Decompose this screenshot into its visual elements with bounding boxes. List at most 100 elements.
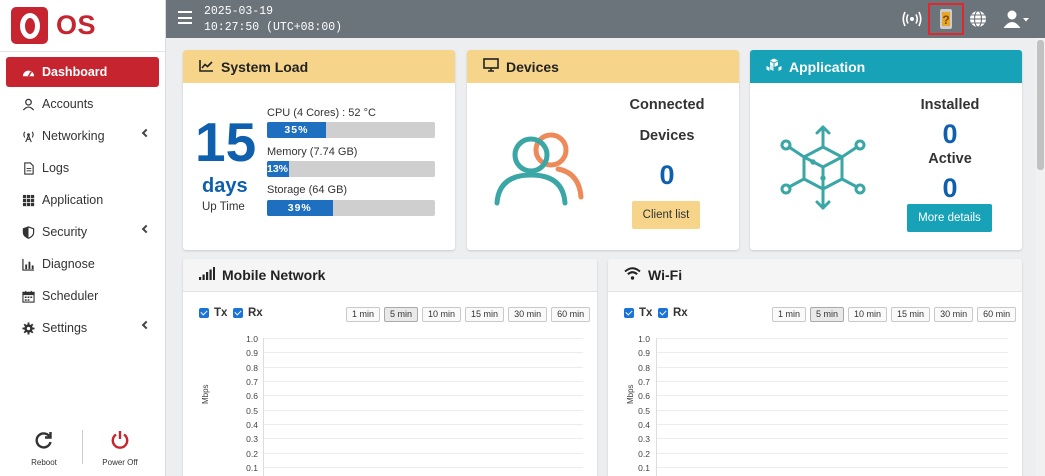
y-tick: 0.1: [638, 463, 650, 474]
range-60min-button[interactable]: 60 min: [551, 307, 591, 322]
y-tick: 0.5: [246, 405, 258, 416]
wireless-icon[interactable]: [901, 9, 923, 32]
sidebar-item-label: Settings: [42, 321, 88, 335]
time-text: 10:27:50 (UTC+08:00): [204, 21, 343, 34]
wifi-title: Wi-Fi: [648, 267, 683, 283]
checkbox-checked-icon: [658, 308, 668, 318]
sidebar-item-networking[interactable]: Networking: [6, 121, 159, 151]
chevron-left-icon: [141, 128, 151, 138]
rx-label: Rx: [248, 307, 263, 319]
chevron-left-icon: [141, 320, 151, 330]
chart-plot-area: [263, 338, 583, 476]
sidebar-item-label: Dashboard: [42, 65, 108, 79]
y-tick: 0.9: [638, 348, 650, 359]
range-15min-button[interactable]: 15 min: [891, 307, 931, 322]
logo-icon: [11, 7, 48, 44]
memory-progress-bar: 13%: [267, 161, 435, 177]
devices-card: Devices Connected Devices 0 Client list: [467, 50, 739, 250]
sidebar-item-label: Security: [42, 225, 88, 239]
range-1min-button[interactable]: 1 min: [772, 307, 807, 322]
sidebar-item-application[interactable]: Application: [6, 185, 159, 215]
sidebar-item-label: Scheduler: [42, 289, 99, 303]
time-range-group: 1 min 5 min 10 min 15 min 30 min 60 min: [768, 307, 1017, 322]
rx-checkbox[interactable]: Rx: [658, 307, 688, 319]
sidebar-item-accounts[interactable]: Accounts: [6, 89, 159, 119]
time-range-group: 1 min 5 min 10 min 15 min 30 min 60 min: [342, 307, 591, 322]
sidebar-item-dashboard[interactable]: Dashboard: [6, 57, 159, 87]
reboot-button[interactable]: Reboot: [14, 430, 74, 467]
range-10min-button[interactable]: 10 min: [848, 307, 888, 322]
range-60min-button[interactable]: 60 min: [977, 307, 1017, 322]
cubes-icon: [766, 58, 782, 75]
client-list-button[interactable]: Client list: [632, 201, 700, 229]
sidebar-item-logs[interactable]: Logs: [6, 153, 159, 183]
calendar-icon: [22, 290, 35, 303]
range-15min-button[interactable]: 15 min: [465, 307, 505, 322]
top-bar: 2025-03-19 10:27:50 (UTC+08:00) ?: [166, 0, 1045, 38]
power-off-button[interactable]: Power Off: [90, 430, 150, 467]
checkbox-checked-icon: [199, 308, 209, 318]
scrollbar-thumb[interactable]: [1037, 40, 1044, 170]
power-off-label: Power Off: [102, 458, 138, 467]
y-axis-unit: Mbps: [626, 384, 635, 404]
range-5min-button[interactable]: 5 min: [810, 307, 845, 322]
dashboard-icon: [22, 66, 35, 79]
system-load-card: System Load 15 days Up Time CPU (4 Cores…: [183, 50, 455, 250]
connected-label-line2: Devices: [639, 128, 695, 144]
sidebar-nav: Dashboard Accounts Networking Logs Appli…: [0, 57, 165, 343]
tx-checkbox[interactable]: Tx: [199, 307, 227, 319]
menu-toggle-icon[interactable]: [178, 11, 192, 24]
wifi-icon: [624, 267, 641, 283]
wifi-card: Wi-Fi Tx Rx 1 min 5 min 10 min 15 min 30…: [608, 259, 1022, 476]
sidebar-item-label: Logs: [42, 161, 70, 175]
sidebar-item-label: Application: [42, 193, 104, 207]
y-axis-unit: Mbps: [201, 384, 210, 404]
y-tick: 0.8: [638, 362, 650, 373]
rx-checkbox[interactable]: Rx: [233, 307, 263, 319]
active-label: Active: [928, 151, 972, 167]
y-axis: 1.0 0.9 0.8 0.7 0.6 0.5 0.4 0.3 0.2 0.1: [620, 334, 654, 476]
user-menu-icon[interactable]: [1003, 9, 1031, 32]
storage-progress-bar: 39%: [267, 200, 435, 216]
range-30min-button[interactable]: 30 min: [508, 307, 548, 322]
uptime-value: 15: [195, 111, 257, 173]
signal-icon: [199, 267, 215, 283]
y-tick: 0.4: [638, 420, 650, 431]
tx-checkbox[interactable]: Tx: [624, 307, 652, 319]
page-scrollbar[interactable]: [1036, 38, 1045, 476]
wifi-header: Wi-Fi: [608, 259, 1022, 292]
sidebar-item-scheduler[interactable]: Scheduler: [6, 281, 159, 311]
checkbox-checked-icon: [233, 308, 243, 318]
application-header: Application: [750, 50, 1022, 83]
range-1min-button[interactable]: 1 min: [346, 307, 381, 322]
sidebar-item-label: Networking: [42, 129, 105, 143]
y-tick: 0.2: [246, 448, 258, 459]
brand-logo[interactable]: OS: [0, 0, 165, 52]
checkbox-checked-icon: [624, 308, 634, 318]
reboot-label: Reboot: [31, 458, 57, 467]
reboot-icon: [14, 430, 74, 452]
mobile-network-header: Mobile Network: [183, 259, 597, 292]
y-tick: 0.6: [246, 391, 258, 402]
y-tick: 0.8: [246, 362, 258, 373]
range-10min-button[interactable]: 10 min: [422, 307, 462, 322]
application-title: Application: [789, 58, 866, 75]
power-actions: Reboot Power Off: [0, 426, 166, 476]
more-details-button[interactable]: More details: [907, 204, 992, 232]
application-network-icon: [780, 124, 866, 213]
sidebar: OS Dashboard Accounts Networking Logs Ap…: [0, 0, 166, 476]
application-card: Application Installed 0 Active 0 More de…: [750, 50, 1022, 250]
range-5min-button[interactable]: 5 min: [384, 307, 419, 322]
y-tick: 0.7: [246, 377, 258, 388]
range-30min-button[interactable]: 30 min: [934, 307, 974, 322]
sidebar-item-security[interactable]: Security: [6, 217, 159, 247]
uptime-unit: days: [202, 175, 248, 197]
grid-icon: [22, 194, 35, 207]
file-icon: [22, 161, 35, 175]
help-icon[interactable]: ?: [928, 3, 964, 38]
globe-icon[interactable]: [969, 10, 987, 31]
sidebar-item-diagnose[interactable]: Diagnose: [6, 249, 159, 279]
sidebar-item-settings[interactable]: Settings: [6, 313, 159, 343]
chart-plot-area: [656, 338, 1008, 476]
tx-label: Tx: [214, 307, 228, 319]
